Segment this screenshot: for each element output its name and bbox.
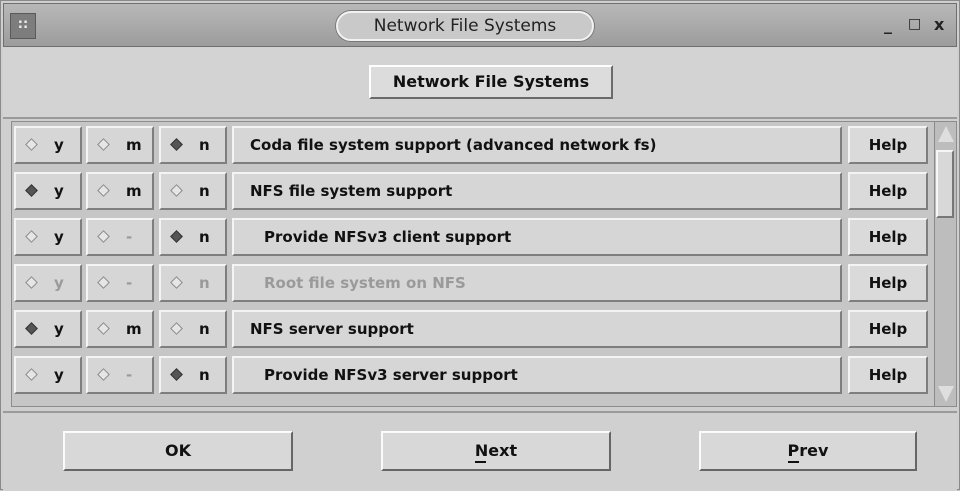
- option-row: y - n Provide NFSv3 server support Help: [14, 352, 934, 394]
- option-row: y m n NFS server support Help: [14, 306, 934, 348]
- radio-letter: n: [199, 228, 210, 246]
- maximize-icon[interactable]: □: [908, 16, 921, 32]
- network-file-systems-header-button[interactable]: Network File Systems: [369, 65, 613, 99]
- radio-m: -: [86, 218, 154, 256]
- radio-letter: n: [199, 320, 210, 338]
- radio-diamond-icon: [97, 184, 110, 197]
- prev-button-label-wrap: Prev: [787, 433, 829, 469]
- radio-letter: y: [54, 136, 64, 154]
- radio-m[interactable]: m: [86, 310, 154, 348]
- radio-diamond-icon: [97, 322, 110, 335]
- radio-y[interactable]: y: [14, 172, 82, 210]
- option-label[interactable]: Provide NFSv3 server support: [232, 356, 842, 394]
- radio-letter: y: [54, 228, 64, 246]
- radio-diamond-icon: [170, 138, 183, 151]
- network-file-systems-window: :: Network File Systems _ □ x Network Fi…: [0, 0, 960, 491]
- radio-letter: m: [126, 320, 142, 338]
- prev-button-label: Prev: [787, 441, 829, 460]
- option-label[interactable]: Coda file system support (advanced netwo…: [232, 126, 842, 164]
- radio-letter: m: [126, 182, 142, 200]
- scroll-up-arrow-icon[interactable]: [938, 126, 954, 142]
- options-list: y m n Coda file system support (advanced ne…: [11, 121, 957, 407]
- radio-y: y: [14, 264, 82, 302]
- option-label[interactable]: Provide NFSv3 client support: [232, 218, 842, 256]
- button-bar: OK Next Prev: [3, 411, 957, 491]
- radio-diamond-icon: [25, 276, 38, 289]
- ok-button[interactable]: OK: [63, 431, 293, 471]
- option-row: y - n Provide NFSv3 client support Help: [14, 214, 934, 256]
- help-button[interactable]: Help: [848, 218, 928, 256]
- radio-letter: y: [54, 274, 64, 292]
- radio-letter: -: [126, 274, 133, 292]
- radio-letter: n: [199, 182, 210, 200]
- prev-mnemonic-underline: [787, 461, 799, 463]
- help-button[interactable]: Help: [848, 310, 928, 348]
- radio-y[interactable]: y: [14, 218, 82, 256]
- radio-letter: n: [199, 136, 210, 154]
- radio-letter: -: [126, 366, 133, 384]
- radio-letter: y: [54, 182, 64, 200]
- radio-diamond-icon: [170, 368, 183, 381]
- scroll-down-arrow-icon[interactable]: [938, 386, 954, 402]
- minimize-icon[interactable]: _: [884, 15, 892, 34]
- radio-letter: n: [199, 366, 210, 384]
- option-label: Root file system on NFS: [232, 264, 842, 302]
- radio-letter: n: [199, 274, 210, 292]
- radio-diamond-icon: [25, 368, 38, 381]
- radio-letter: -: [126, 228, 133, 246]
- radio-letter: m: [126, 136, 142, 154]
- radio-n[interactable]: n: [159, 356, 227, 394]
- radio-letter: y: [54, 320, 64, 338]
- radio-m[interactable]: m: [86, 172, 154, 210]
- next-button-label: Next: [474, 441, 518, 460]
- option-row: y m n NFS file system support Help: [14, 168, 934, 210]
- option-label[interactable]: NFS server support: [232, 310, 842, 348]
- radio-diamond-icon: [170, 322, 183, 335]
- option-row: y m n Coda file system support (advanced ne…: [14, 122, 934, 164]
- radio-diamond-icon: [25, 230, 38, 243]
- radio-n[interactable]: n: [159, 172, 227, 210]
- next-mnemonic-underline: [474, 461, 486, 463]
- radio-n[interactable]: n: [159, 218, 227, 256]
- header-area: Network File Systems: [3, 47, 957, 119]
- radio-diamond-icon: [97, 230, 110, 243]
- radio-y[interactable]: y: [14, 126, 82, 164]
- next-button[interactable]: Next: [381, 431, 611, 471]
- radio-diamond-icon: [97, 368, 110, 381]
- help-button[interactable]: Help: [848, 172, 928, 210]
- window-title-pill: Network File Systems: [336, 11, 594, 41]
- option-label[interactable]: NFS file system support: [232, 172, 842, 210]
- help-button[interactable]: Help: [848, 126, 928, 164]
- title-bar[interactable]: :: Network File Systems _ □ x: [3, 3, 957, 47]
- next-button-label-wrap: Next: [474, 433, 518, 469]
- radio-n: n: [159, 264, 227, 302]
- ok-button-label: OK: [165, 441, 191, 460]
- radio-diamond-icon: [25, 322, 38, 335]
- radio-diamond-icon: [170, 230, 183, 243]
- radio-diamond-icon: [25, 138, 38, 151]
- window-title: Network File Systems: [373, 16, 557, 36]
- radio-diamond-icon: [170, 276, 183, 289]
- help-button[interactable]: Help: [848, 356, 928, 394]
- scroll-thumb[interactable]: [936, 150, 954, 218]
- radio-diamond-icon: [97, 138, 110, 151]
- prev-button[interactable]: Prev: [699, 431, 917, 471]
- radio-n[interactable]: n: [159, 310, 227, 348]
- radio-diamond-icon: [25, 184, 38, 197]
- radio-m: -: [86, 264, 154, 302]
- radio-letter: y: [54, 366, 64, 384]
- radio-m: -: [86, 356, 154, 394]
- window-menu-icon[interactable]: ::: [10, 13, 36, 39]
- radio-diamond-icon: [170, 184, 183, 197]
- radio-m[interactable]: m: [86, 126, 154, 164]
- radio-n[interactable]: n: [159, 126, 227, 164]
- help-button[interactable]: Help: [848, 264, 928, 302]
- radio-y[interactable]: y: [14, 356, 82, 394]
- radio-diamond-icon: [97, 276, 110, 289]
- close-icon[interactable]: x: [934, 15, 944, 34]
- option-row: y - n Root file system on NFS Help: [14, 260, 934, 302]
- radio-y[interactable]: y: [14, 310, 82, 348]
- vertical-scrollbar[interactable]: [934, 122, 956, 406]
